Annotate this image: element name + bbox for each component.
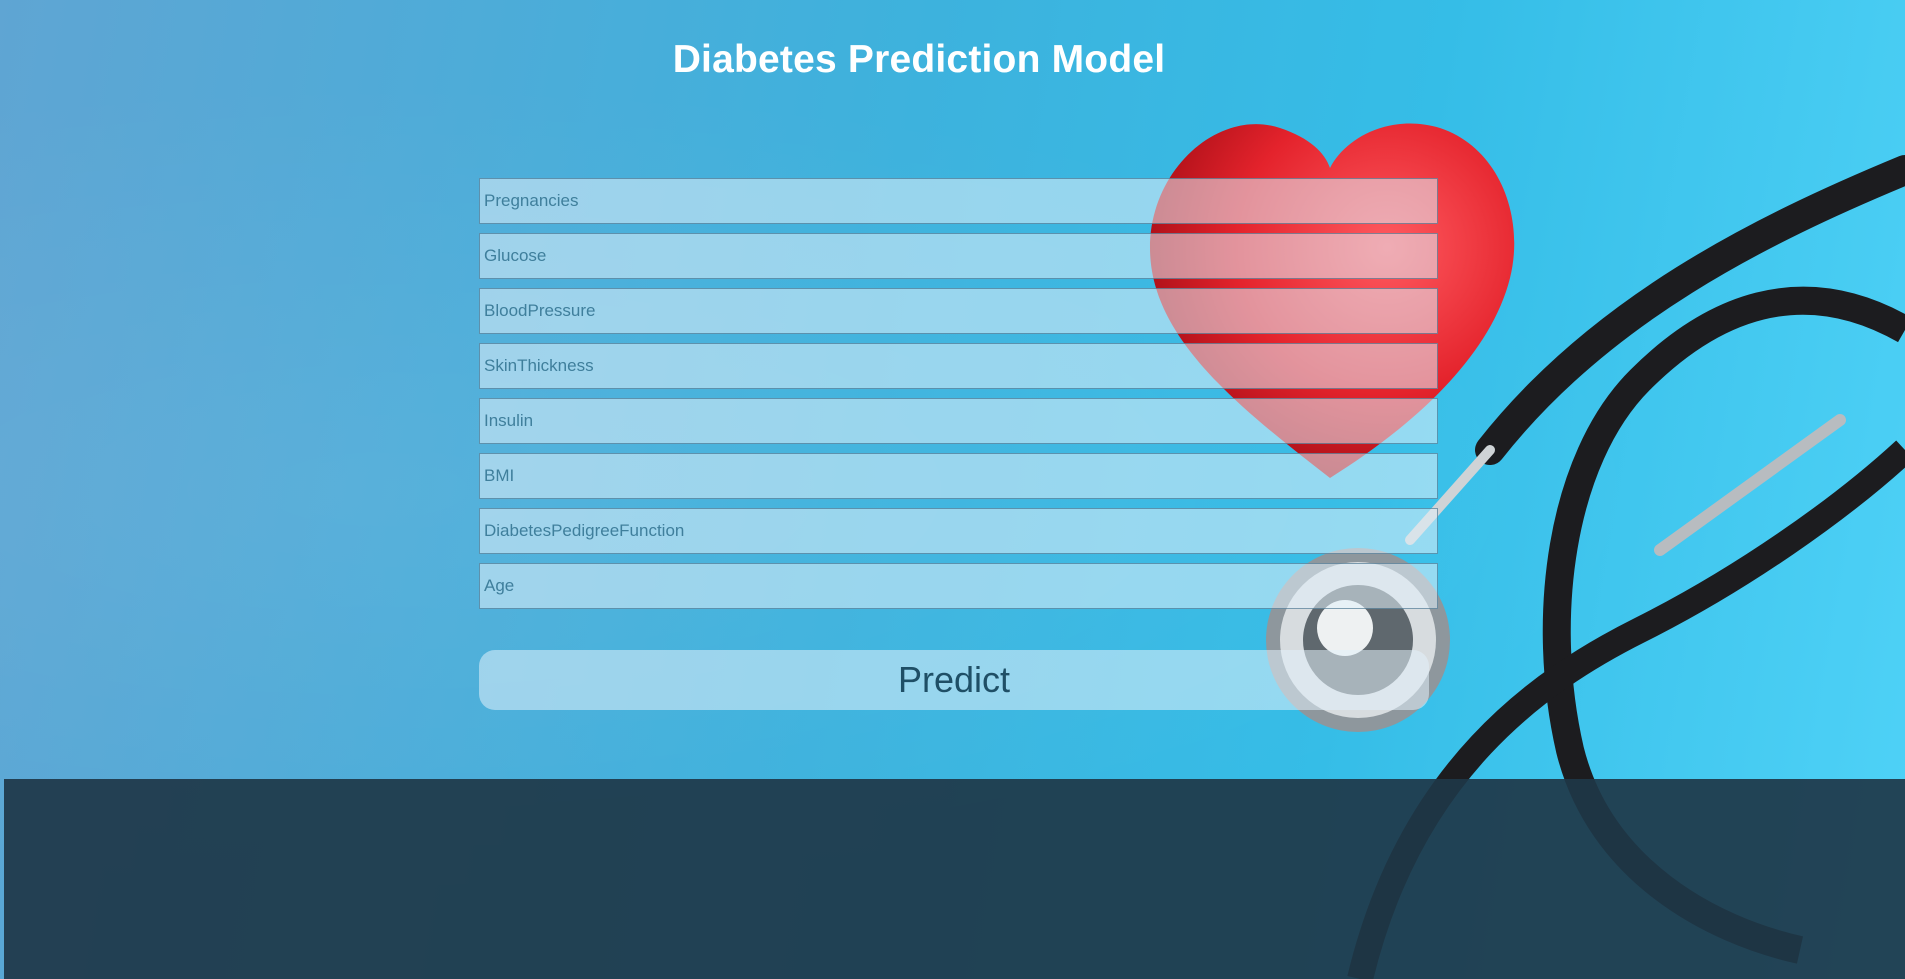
bmi-input[interactable] [479,453,1438,499]
prediction-form [479,178,1438,618]
blood-pressure-input[interactable] [479,288,1438,334]
glucose-input[interactable] [479,233,1438,279]
insulin-input[interactable] [479,398,1438,444]
predict-button[interactable]: Predict [479,650,1429,710]
skin-thickness-input[interactable] [479,343,1438,389]
page-title: Diabetes Prediction Model [672,38,1166,81]
age-input[interactable] [479,563,1438,609]
diabetes-pedigree-function-input[interactable] [479,508,1438,554]
pregnancies-input[interactable] [479,178,1438,224]
result-panel [4,779,1905,979]
